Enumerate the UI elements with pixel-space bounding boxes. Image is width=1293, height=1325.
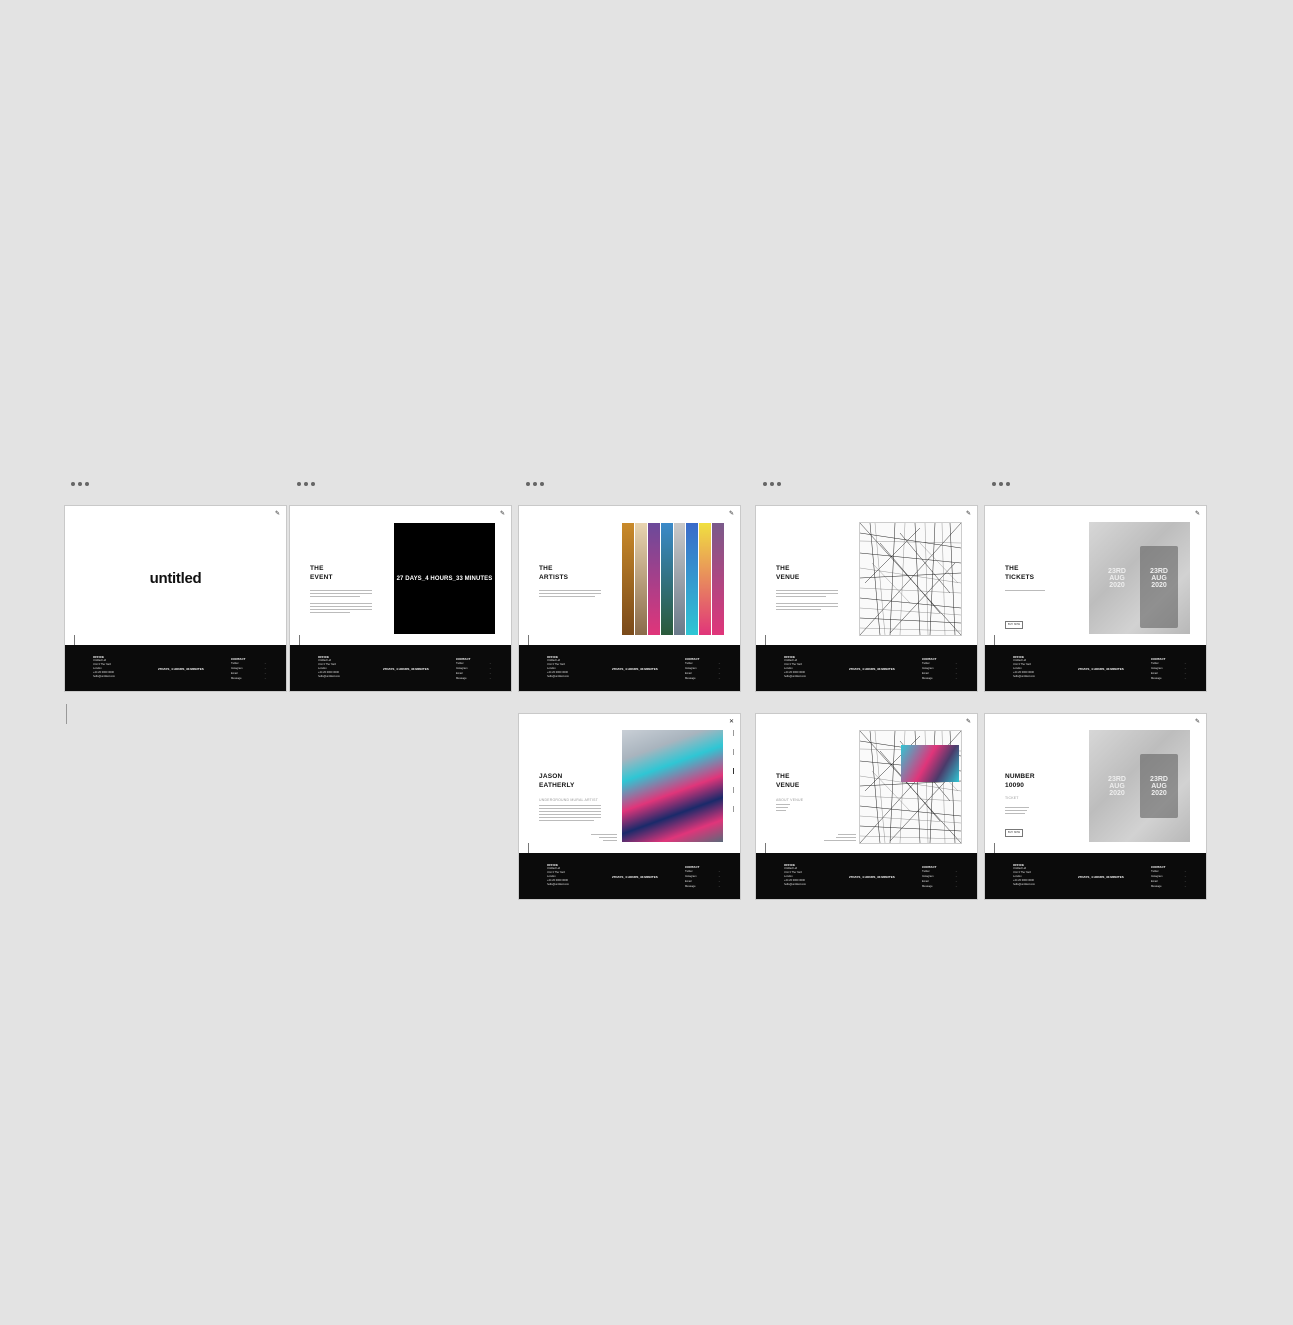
footer: OFFICE Untitled Ltd Unit 3 The Yard London +…	[519, 645, 740, 691]
footer: OFFICE Untitled Ltd Unit 3 The Yard London +…	[985, 853, 1206, 899]
logo-mark-icon: ✎	[1194, 511, 1200, 517]
logo-mark-icon: ✎	[1194, 719, 1200, 725]
brand-logo: untitled	[149, 570, 202, 587]
more-dots-icon	[297, 482, 301, 486]
gallery-pager[interactable]	[733, 730, 734, 820]
more-dots-icon	[71, 482, 75, 486]
logo-mark-icon: ✎	[965, 719, 971, 725]
page-title: THE VENUE	[776, 565, 800, 581]
connector-line	[66, 704, 67, 724]
logo-mark-icon: ✎	[274, 511, 280, 517]
footer: OFFICE Untitled Ltd Unit 3 The Yard London +…	[756, 853, 977, 899]
frame-home[interactable]: ✎ untitled OFFICE Untitled Ltd Unit 3 The …	[65, 506, 286, 691]
frame-menu-artists[interactable]	[526, 481, 548, 487]
footer: OFFICE Untitled Ltd Unit 3 The Yard London +…	[519, 853, 740, 899]
footer: OFFICE Untitled Ltd Unit 3 The Yard London +…	[985, 645, 1206, 691]
ticket-image: 23RD AUG 2020 23RD AUG 2020	[1089, 730, 1190, 842]
artist-mural-image	[622, 730, 723, 842]
more-dots-icon	[526, 482, 530, 486]
footer-office: OFFICE Untitled Ltd Unit 3 The Yard London +…	[93, 655, 116, 678]
footer: OFFICE Untitled Ltd Unit 3 The Yard London +…	[290, 645, 511, 691]
venue-photo-overlay	[901, 745, 959, 782]
frame-ticket-detail[interactable]: ✎ NUMBER 10090 TICKET BUY NOW 23RD AUG 2020…	[985, 714, 1206, 899]
frame-event[interactable]: ✎ THE EVENT 27 DAYS_4 HOURS_33 MINUTES OF…	[290, 506, 511, 691]
footer: OFFICE Untitled Ltd Unit 3 The Yard London +…	[65, 645, 286, 691]
map-streets	[859, 522, 962, 636]
ticket-number: NUMBER 10090	[1005, 773, 1035, 789]
frame-artist-detail[interactable]: ✕ JASON EATHERLY UNDERGROUND MURAL ARTIST…	[519, 714, 740, 899]
logo-mark-icon: ✎	[728, 511, 734, 517]
countdown-panel: 27 DAYS_4 HOURS_33 MINUTES	[394, 523, 495, 634]
more-dots-icon	[763, 482, 767, 486]
footer-arrows: → → → →	[264, 662, 267, 680]
venue-subtitle: ABOUT VENUE	[776, 798, 804, 802]
venue-map[interactable]	[859, 522, 962, 636]
page-title: THE VENUE	[776, 773, 800, 789]
frame-menu-event[interactable]	[297, 481, 319, 487]
close-icon[interactable]: ✕	[729, 718, 734, 725]
frame-venue[interactable]: ✎ THE VENUE OFFICE Untitled Ltd Unit 3 The …	[756, 506, 977, 691]
footer-countdown: 27DAYS_4 HOURS_33 MINUTES	[158, 667, 204, 671]
ticket-image: 23RD AUG 2020 23RD AUG 2020	[1089, 522, 1190, 634]
frame-venue-detail[interactable]: ✎ THE VENUE ABOUT VENUE OFFICE Untitled Lt…	[756, 714, 977, 899]
artist-subtitle: UNDERGROUND MURAL ARTIST	[539, 798, 599, 802]
artist-name: JASON EATHERLY	[539, 773, 575, 789]
frame-menu-tickets[interactable]	[992, 481, 1014, 487]
venue-map[interactable]	[859, 730, 962, 844]
page-title: THE EVENT	[310, 565, 333, 581]
buy-now-button[interactable]: BUY NOW	[1005, 621, 1023, 629]
page-title: THE ARTISTS	[539, 565, 569, 581]
frame-menu-venue[interactable]	[763, 481, 785, 487]
footer: OFFICE Untitled Ltd Unit 3 The Yard London +…	[756, 645, 977, 691]
logo-mark-icon: ✎	[499, 511, 505, 517]
frame-artists[interactable]: ✎ THE ARTISTS OFFICE Untitled Ltd Unit 3 Th…	[519, 506, 740, 691]
frame-tickets[interactable]: ✎ THE TICKETS BUY NOW 23RD AUG 2020 23RD AUG…	[985, 506, 1206, 691]
buy-now-button[interactable]: BUY NOW	[1005, 829, 1023, 837]
footer-contact: CONTACT Twitter Instagram Email Message	[231, 657, 246, 680]
more-dots-icon	[992, 482, 996, 486]
ticket-subtitle: TICKET	[1005, 796, 1019, 800]
frame-menu-home[interactable]	[71, 481, 93, 487]
page-title: THE TICKETS	[1005, 565, 1035, 581]
artist-image-strips[interactable]	[622, 523, 724, 635]
logo-mark-icon: ✎	[965, 511, 971, 517]
